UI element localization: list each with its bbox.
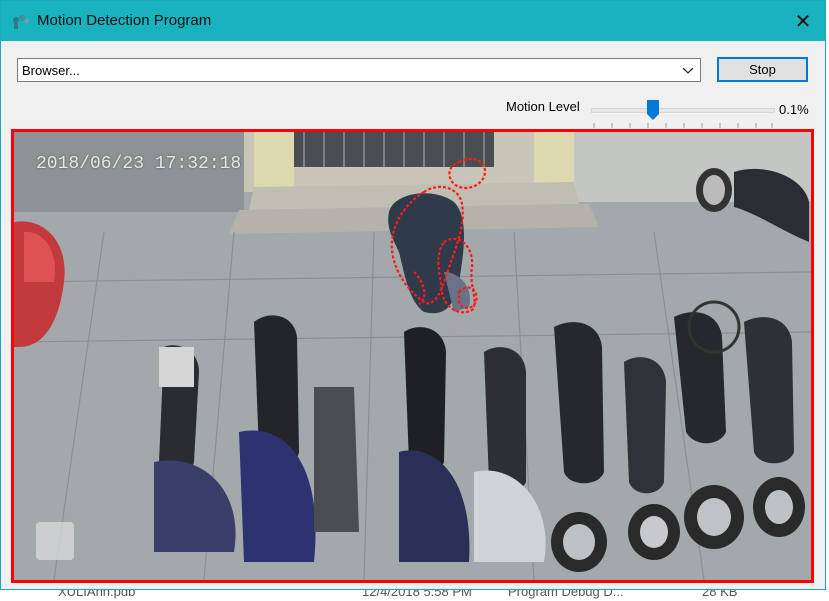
explorer-file-size: 28 KB	[702, 590, 738, 599]
app-icon	[13, 15, 30, 29]
video-timestamp: 2018/06/23 17:32:18	[36, 154, 242, 174]
stop-button[interactable]: Stop	[717, 57, 808, 82]
chevron-down-icon[interactable]	[682, 64, 694, 76]
explorer-file-type: Program Debug D...	[508, 590, 624, 599]
close-icon: ✕	[794, 10, 812, 33]
explorer-file-date: 12/4/2018 5:58 PM	[362, 590, 472, 599]
motion-level-value: 0.1%	[779, 102, 809, 117]
motion-level-slider[interactable]	[589, 97, 775, 128]
background-explorer-strip: XULIAnh.pdb 12/4/2018 5:58 PM Program De…	[0, 590, 829, 601]
close-button[interactable]: ✕	[781, 1, 825, 41]
title-bar[interactable]: Motion Detection Program ✕	[1, 1, 825, 41]
window-title: Motion Detection Program	[37, 12, 212, 29]
motion-level-label: Motion Level	[506, 99, 580, 114]
explorer-file-name: XULIAnh.pdb	[58, 590, 136, 599]
slider-track[interactable]	[591, 108, 775, 113]
slider-thumb[interactable]	[647, 100, 660, 120]
video-display: 2018/06/23 17:32:18	[11, 129, 814, 583]
main-window: Motion Detection Program ✕ Browser... St…	[0, 0, 826, 590]
camera-feed-image	[14, 132, 811, 580]
source-dropdown-value: Browser...	[22, 63, 80, 78]
source-dropdown[interactable]: Browser...	[17, 58, 701, 82]
